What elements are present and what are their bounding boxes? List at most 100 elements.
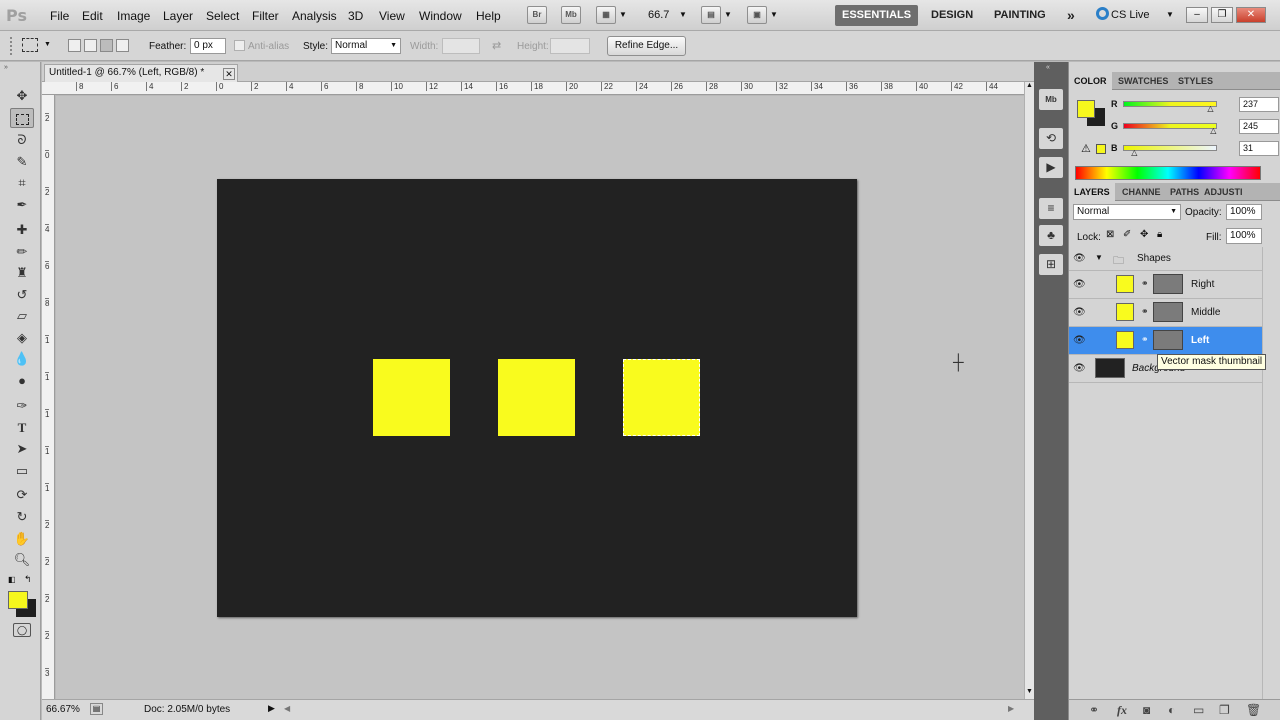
workspace-painting[interactable]: PAINTING [987, 5, 1053, 26]
tab-adjustments[interactable]: ADJUSTI [1199, 183, 1248, 201]
quick-selection-tool-icon[interactable]: ✎ [10, 152, 34, 172]
screen-mode-icon[interactable]: ▣ [747, 6, 767, 24]
shape-middle[interactable] [498, 359, 575, 436]
clone-stamp-tool-icon[interactable]: ♜ [10, 263, 34, 283]
tab-channels[interactable]: CHANNE [1117, 183, 1166, 201]
gamut-swatch[interactable] [1096, 144, 1106, 154]
3d-rotate-tool-icon[interactable]: ⟳ [10, 485, 34, 505]
chevron-down-icon[interactable]: ▼ [619, 10, 627, 19]
chevron-down-icon[interactable]: ▼ [1166, 10, 1174, 19]
green-slider[interactable] [1123, 123, 1217, 129]
shape-right[interactable] [373, 359, 450, 436]
menu-edit[interactable]: Edit [82, 9, 103, 23]
foreground-color-swatch[interactable] [8, 591, 28, 609]
red-input[interactable]: 237 [1239, 97, 1279, 112]
chevron-down-icon[interactable]: ▼ [44, 41, 51, 48]
menu-analysis[interactable]: Analysis [292, 9, 337, 23]
healing-brush-tool-icon[interactable]: ✚ [10, 220, 34, 240]
menu-help[interactable]: Help [476, 9, 501, 23]
link-icon[interactable]: ⚭ [1141, 278, 1149, 289]
tool-presets-icon[interactable]: ⊞ [1039, 254, 1063, 275]
layer-color-thumbnail[interactable] [1116, 303, 1134, 321]
menu-image[interactable]: Image [117, 9, 150, 23]
tab-color[interactable]: COLOR [1069, 72, 1112, 90]
paint-bucket-tool-icon[interactable]: ◈ [10, 328, 34, 348]
layer-row[interactable]: 👁︎ ⚭ Middle [1069, 299, 1262, 327]
view-extras-icon[interactable]: ▦ [596, 6, 616, 24]
workspace-design[interactable]: DESIGN [924, 5, 980, 26]
move-tool-icon[interactable]: ✥ [10, 86, 34, 106]
blue-slider-thumb[interactable]: △ [1131, 148, 1137, 157]
horizontal-ruler[interactable]: 8 6 4 2 0 2 4 6 8 10 12 14 16 18 20 22 24 26 28 30 32 34 36 38 4… [42, 82, 1024, 95]
swap-colors-icon[interactable]: ↰ [24, 574, 32, 585]
lasso-tool-icon[interactable]: ᘐ [10, 130, 34, 150]
crop-tool-icon[interactable]: ⌗ [10, 173, 34, 193]
layer-color-thumbnail[interactable] [1116, 331, 1134, 349]
width-input[interactable] [442, 38, 480, 54]
history-icon[interactable]: ⟲ [1039, 128, 1063, 149]
blur-tool-icon[interactable]: 💧 [10, 349, 34, 369]
layer-row-selected[interactable]: 👁︎ ⚭ Left [1069, 327, 1262, 355]
eyedropper-tool-icon[interactable]: ✒ [10, 195, 34, 215]
cs-live-button[interactable]: CS Live [1111, 9, 1150, 21]
default-colors-icon[interactable]: ◧ [8, 575, 16, 584]
green-slider-thumb[interactable]: △ [1210, 126, 1216, 135]
status-zoom[interactable]: 66.67% [46, 704, 80, 715]
chevron-down-icon[interactable]: ▼ [1095, 253, 1103, 262]
tab-swatches[interactable]: SWATCHES [1113, 72, 1173, 90]
scroll-right-icon[interactable]: ▶ [1008, 704, 1014, 713]
menu-3d[interactable]: 3D [348, 9, 363, 23]
quick-mask-icon[interactable]: ◯ [13, 623, 31, 637]
clone-source-icon[interactable]: ♣ [1039, 225, 1063, 246]
eye-icon[interactable]: 👁︎ [1073, 253, 1086, 264]
status-menu-icon[interactable]: ▶ [268, 703, 275, 714]
gamut-warning-icon[interactable]: ⚠ [1081, 142, 1091, 155]
new-selection-icon[interactable] [68, 39, 81, 52]
pen-tool-icon[interactable]: ✑ [10, 396, 34, 416]
menu-view[interactable]: View [379, 9, 405, 23]
zoom-level[interactable]: 66.7 [648, 9, 669, 21]
red-slider-thumb[interactable]: △ [1207, 104, 1213, 113]
lock-position-icon[interactable]: ✥ [1140, 229, 1148, 240]
fill-input[interactable]: 100% [1226, 228, 1262, 244]
minimize-icon[interactable]: – [1186, 7, 1208, 23]
layer-group-shapes[interactable]: 👁︎ ▼ 🗀 Shapes [1069, 247, 1262, 271]
new-group-icon[interactable]: ▭ [1193, 703, 1204, 717]
lock-image-icon[interactable]: ✐ [1123, 229, 1131, 240]
adjustment-layer-icon[interactable]: ◐ [1168, 703, 1175, 717]
add-mask-icon[interactable]: ◙ [1143, 703, 1150, 717]
shape-left-selected[interactable] [623, 359, 700, 436]
eye-icon[interactable]: 👁︎ [1073, 335, 1086, 346]
restore-icon[interactable]: ❐ [1211, 7, 1233, 23]
rectangular-marquee-icon[interactable] [22, 38, 38, 52]
brush-tool-icon[interactable]: ✏ [10, 242, 34, 262]
delete-layer-icon[interactable]: 🗑︎ [1246, 703, 1261, 717]
refine-edge-button[interactable]: Refine Edge... [607, 36, 686, 56]
rectangle-tool-icon[interactable]: ▭ [10, 461, 34, 481]
menu-layer[interactable]: Layer [163, 9, 193, 23]
intersect-selection-icon[interactable] [116, 39, 129, 52]
history-brush-tool-icon[interactable]: ↺ [10, 285, 34, 305]
brush-presets-icon[interactable]: ≡ [1039, 198, 1063, 219]
layer-color-thumbnail[interactable] [1116, 275, 1134, 293]
expand-icon[interactable]: « [1046, 64, 1050, 71]
menu-select[interactable]: Select [206, 9, 239, 23]
vector-mask-thumbnail[interactable] [1153, 330, 1183, 350]
scroll-down-icon[interactable]: ▼ [1026, 688, 1033, 695]
swap-icon[interactable]: ⇄ [492, 39, 501, 52]
path-selection-tool-icon[interactable]: ➤ [10, 439, 34, 459]
chevron-down-icon[interactable]: ▼ [770, 10, 778, 19]
blue-input[interactable]: 31 [1239, 141, 1279, 156]
type-tool-icon[interactable]: T [10, 418, 34, 438]
chevron-down-icon[interactable]: ▼ [679, 10, 687, 19]
tab-layers[interactable]: LAYERS [1069, 183, 1115, 201]
background-thumbnail[interactable] [1095, 358, 1125, 378]
marquee-tool-icon[interactable] [10, 108, 34, 128]
layers-scrollbar[interactable] [1262, 247, 1280, 699]
lock-transparent-icon[interactable]: ⊠ [1106, 229, 1114, 240]
launch-bridge-button[interactable]: Br [527, 6, 547, 24]
eye-icon[interactable]: 👁︎ [1073, 363, 1086, 374]
workspace-essentials[interactable]: ESSENTIALS [835, 5, 919, 26]
launch-mini-bridge-button[interactable]: Mb [561, 6, 581, 24]
red-slider[interactable] [1123, 101, 1217, 107]
